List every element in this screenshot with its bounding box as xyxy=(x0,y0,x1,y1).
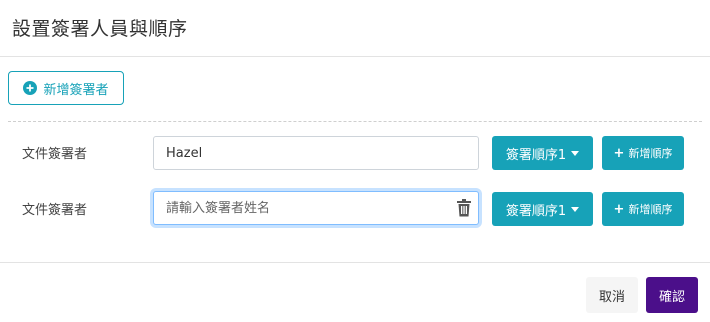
caret-down-icon xyxy=(571,150,580,156)
signer-name-input[interactable] xyxy=(153,191,479,225)
header-divider xyxy=(0,56,710,57)
footer-divider xyxy=(0,262,710,263)
trash-icon[interactable] xyxy=(456,199,472,217)
add-signer-label: 新增簽署者 xyxy=(43,82,109,98)
confirm-label: 確認 xyxy=(658,289,685,305)
signer-label: 文件簽署者 xyxy=(22,203,88,218)
plus-icon: + xyxy=(613,201,625,217)
plus-circle-icon xyxy=(23,81,38,95)
signing-order-dropdown[interactable]: 簽署順序1 xyxy=(492,136,593,170)
add-order-button[interactable]: + 新增順序 xyxy=(602,192,684,226)
cancel-label: 取消 xyxy=(598,289,625,305)
plus-icon: + xyxy=(613,145,625,161)
signer-name-input[interactable] xyxy=(153,136,479,170)
section-divider xyxy=(8,121,702,122)
modal-title: 設置簽署人員與順序 xyxy=(12,18,188,40)
add-signer-button[interactable]: 新增簽署者 xyxy=(8,71,124,105)
signing-order-label: 簽署順序1 xyxy=(505,203,567,219)
add-order-label: 新增順序 xyxy=(628,203,673,216)
add-order-label: 新增順序 xyxy=(628,147,673,160)
confirm-button[interactable]: 確認 xyxy=(646,277,698,313)
signing-order-dropdown[interactable]: 簽署順序1 xyxy=(492,192,593,226)
signing-order-label: 簽署順序1 xyxy=(505,147,567,163)
signer-label: 文件簽署者 xyxy=(22,147,88,162)
caret-down-icon xyxy=(571,206,580,212)
add-order-button[interactable]: + 新增順序 xyxy=(602,136,684,170)
cancel-button[interactable]: 取消 xyxy=(586,277,638,313)
